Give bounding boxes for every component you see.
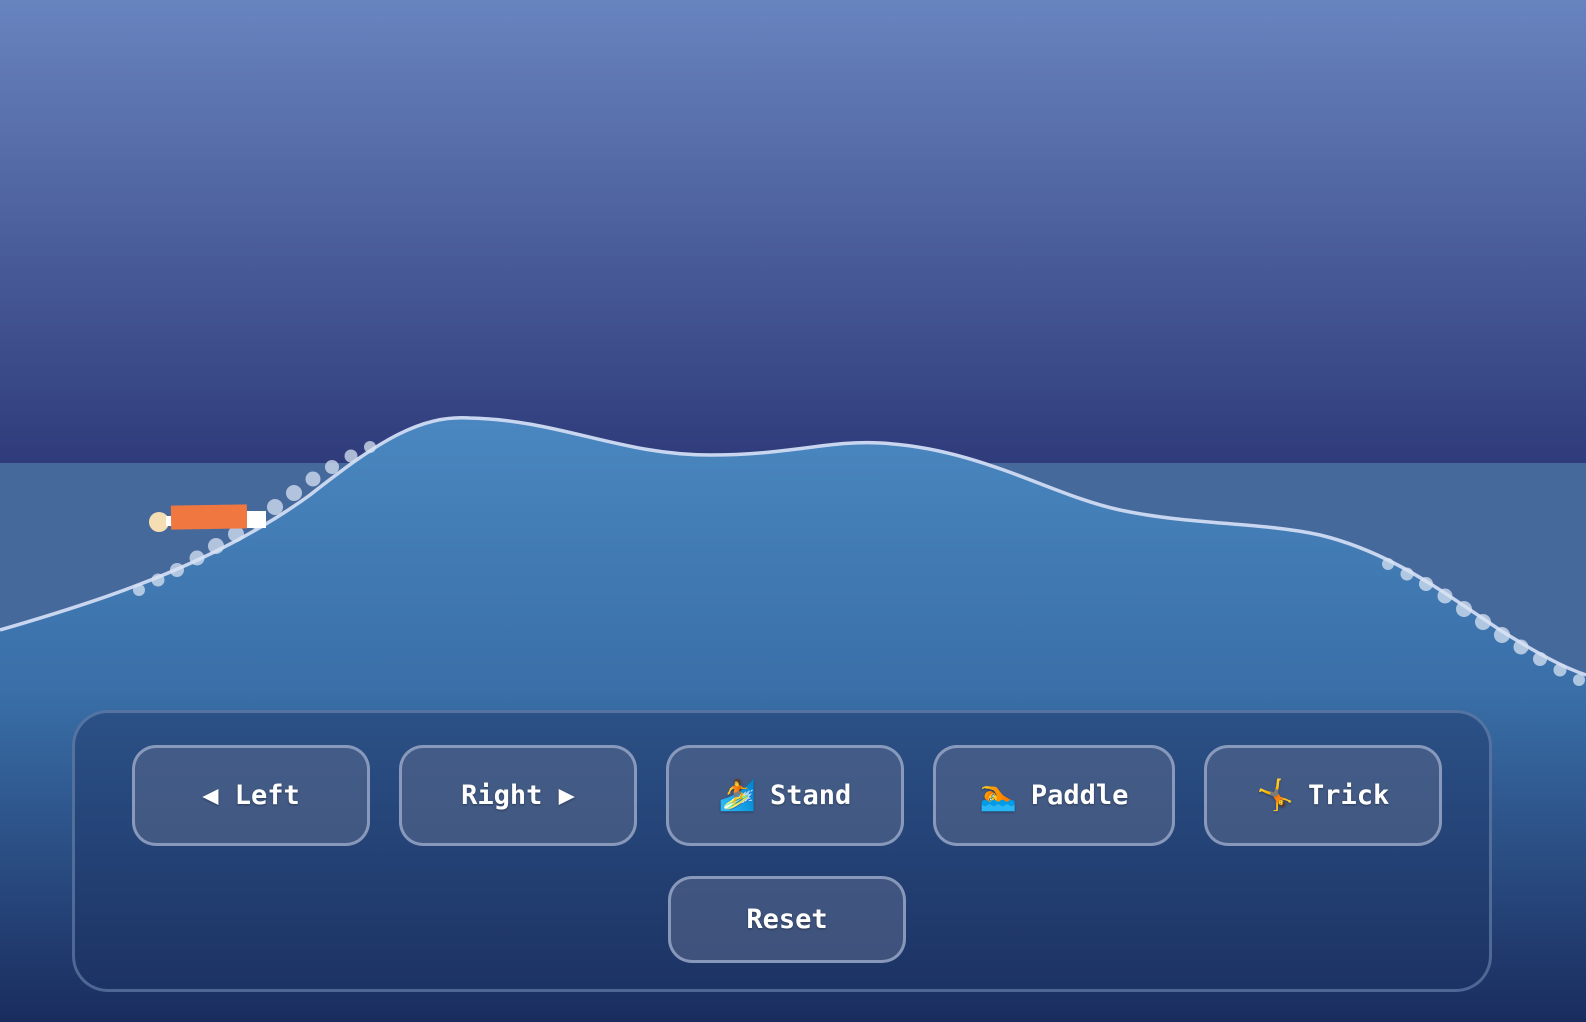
right-button-label: Right ▶ (461, 780, 575, 811)
paddle-button[interactable]: 🏊 Paddle (933, 745, 1175, 846)
stand-button-label: Stand (770, 780, 852, 811)
cartwheel-icon: 🤸 (1256, 778, 1295, 813)
foam-droplet (1573, 674, 1585, 686)
foam-droplet (1456, 601, 1472, 617)
surfer-feet (247, 511, 266, 528)
foam-droplet (267, 499, 283, 515)
foam-droplet (286, 485, 302, 501)
foam-droplet (170, 563, 184, 577)
foam-droplet (1533, 652, 1547, 666)
paddle-button-label: Paddle (1030, 780, 1129, 811)
reset-button[interactable]: Reset (668, 876, 906, 963)
stand-button[interactable]: 🏄 Stand (666, 745, 904, 846)
foam-droplet (1494, 627, 1510, 643)
foam-droplet (151, 573, 165, 587)
surfer-body (170, 504, 248, 530)
trick-button[interactable]: 🤸 Trick (1204, 745, 1442, 846)
foam-droplet (364, 441, 376, 453)
foam-droplet (1475, 614, 1491, 630)
foam-droplet (133, 584, 145, 596)
left-button[interactable]: ◀ Left (132, 745, 370, 846)
foam-droplet (1400, 567, 1414, 581)
right-button[interactable]: Right ▶ (399, 745, 637, 846)
left-button-label: ◀ Left (202, 780, 300, 811)
foam-droplet (189, 550, 205, 566)
foam-droplet (344, 449, 358, 463)
foam-droplet (1513, 639, 1529, 655)
foam-droplet (1437, 588, 1453, 604)
foam-droplet (1553, 663, 1567, 677)
surfer-icon: 🏄 (718, 778, 757, 813)
control-panel: ◀ Left Right ▶ 🏄 Stand 🏊 Paddle 🤸 Trick … (72, 710, 1492, 992)
foam-droplet (325, 460, 339, 474)
trick-button-label: Trick (1308, 780, 1390, 811)
foam-droplet (1382, 558, 1394, 570)
reset-button-label: Reset (746, 904, 828, 935)
foam-droplet (208, 538, 224, 554)
swimmer-icon: 🏊 (979, 778, 1017, 813)
sky (0, 0, 1586, 463)
foam-droplet (1419, 577, 1433, 591)
foam-droplet (305, 471, 321, 487)
